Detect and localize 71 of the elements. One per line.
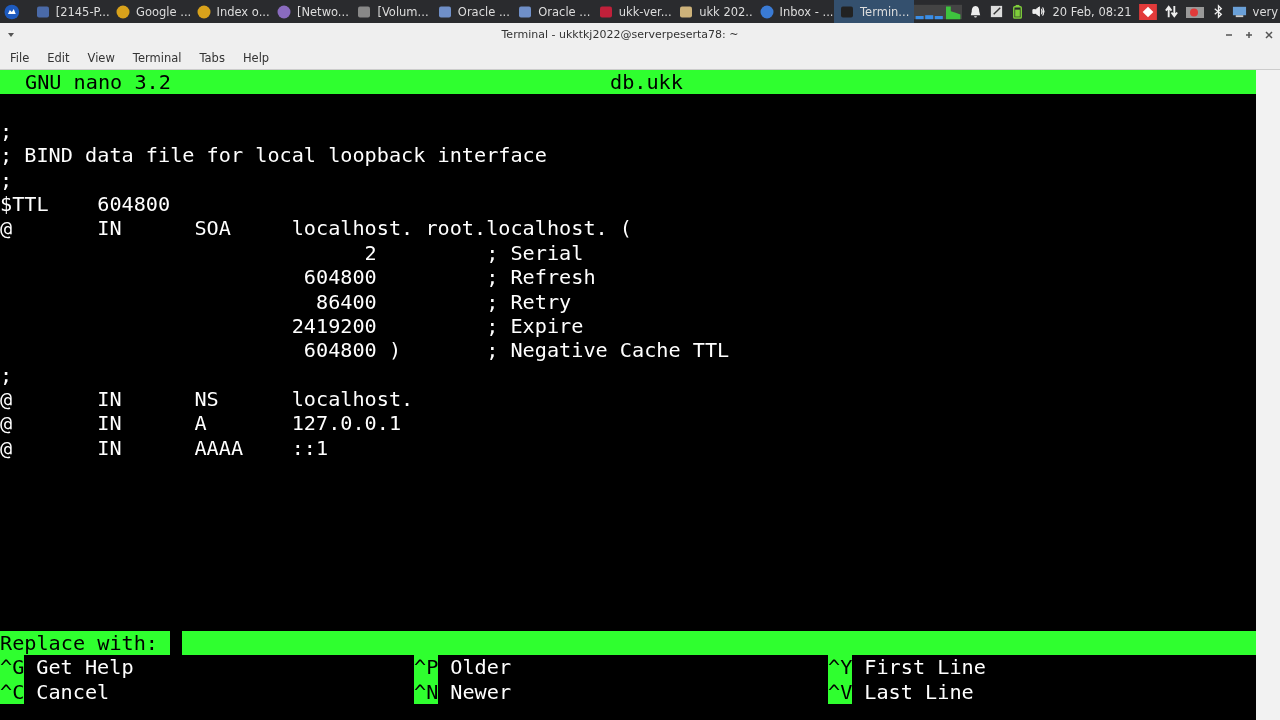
app-icon — [437, 4, 452, 19]
shortcut-key: ^N — [414, 679, 439, 704]
app-icon — [759, 4, 774, 19]
code-line: $TTL 604800 — [0, 191, 172, 217]
shortcut-key: ^Y — [828, 655, 853, 680]
volume-icon[interactable] — [1031, 4, 1047, 19]
shortcut-label: Get Help — [36, 655, 134, 680]
shortcut-label: Older — [450, 655, 512, 680]
shortcut-key: ^V — [828, 679, 853, 704]
network-icon[interactable] — [1163, 4, 1179, 19]
code-line: 2 ; Serial — [363, 240, 585, 266]
menu-item[interactable]: File — [4, 50, 36, 65]
menu-item[interactable]: Edit — [41, 50, 76, 65]
app-indicator-icon[interactable] — [1137, 3, 1158, 20]
file-name: db.ukk — [610, 70, 683, 95]
taskbar-button[interactable]: [2145-P... — [29, 0, 111, 23]
code-line: ; — [0, 167, 14, 192]
cpu-graph-icon — [914, 2, 963, 21]
app-icon — [840, 4, 854, 19]
scrollbar[interactable] — [1256, 70, 1280, 720]
taskbar-button[interactable]: Termin... — [834, 0, 915, 23]
prompt-label: Replace with: — [0, 630, 170, 656]
app-icon — [35, 4, 50, 19]
menu-item[interactable]: Tabs — [193, 50, 231, 65]
menu-item[interactable]: Help — [236, 50, 276, 65]
taskbar-button[interactable]: [Netwo... — [270, 0, 352, 23]
shortcut-label: Cancel — [36, 679, 110, 704]
code-line: @ IN A 127.0.0.1 — [0, 411, 403, 436]
app-icon — [196, 4, 211, 19]
app-icon — [679, 4, 694, 19]
code-line: 604800 ) ; Negative Cache TTL — [302, 338, 731, 363]
taskbar-button[interactable]: Google ... — [110, 0, 191, 23]
app-icon — [116, 4, 131, 19]
taskbar-button[interactable]: [Volum... — [351, 0, 432, 23]
app-icon — [276, 4, 291, 19]
code-line: 2419200 ; Expire — [290, 313, 585, 339]
app-icon — [357, 4, 372, 19]
close-icon[interactable] — [1264, 29, 1274, 40]
menu-item[interactable]: View — [81, 50, 121, 65]
shortcut-key: ^G — [0, 655, 25, 680]
shortcut-key: ^C — [0, 679, 25, 704]
code-line: @ IN SOA localhost. root.localhost. ( — [0, 216, 633, 241]
input-field[interactable] — [170, 630, 1256, 656]
shortcut-key: ^P — [414, 655, 439, 680]
code-line: 86400 ; Retry — [315, 289, 573, 314]
code-line: ; BIND data file for local loopback interface — [0, 143, 548, 168]
notes-icon[interactable] — [989, 4, 1005, 19]
code-line: 604800 ; Refresh — [302, 265, 597, 290]
code-line: ; — [0, 362, 14, 388]
code-line: ; — [0, 118, 14, 144]
code-line: @ IN AAAA ::1 — [0, 435, 330, 461]
taskbar-button[interactable]: Oracle ... — [512, 0, 593, 23]
taskbar-button[interactable]: ukk-ver... — [592, 0, 674, 23]
shortcut-label: Last Line — [864, 679, 974, 704]
shortcut-label: Newer — [450, 679, 512, 704]
code-line: @ IN NS localhost. — [0, 387, 415, 412]
nano-version: GNU nano 3.2 — [25, 70, 172, 95]
taskbar-button[interactable]: ukk 202... — [673, 0, 754, 23]
window-title: Terminal - ukktkj2022@serverpeserta78: ~ — [500, 28, 740, 41]
taskbar-button[interactable]: Index o... — [190, 0, 271, 23]
clock[interactable]: 20 Feb, 08:21 — [1052, 4, 1132, 19]
shortcut-label: First Line — [864, 655, 986, 680]
maximize-icon[interactable] — [1244, 29, 1254, 40]
app-icon — [518, 4, 533, 19]
start-menu-icon[interactable] — [4, 3, 20, 20]
user-name[interactable]: very — [1252, 4, 1278, 19]
menu-item[interactable]: Terminal — [126, 50, 188, 65]
taskbar-button[interactable]: Inbox - ... — [753, 0, 834, 23]
app-icon — [598, 4, 613, 19]
monitor-icon[interactable] — [1231, 4, 1247, 19]
taskbar-button[interactable]: Oracle ... — [431, 0, 513, 23]
